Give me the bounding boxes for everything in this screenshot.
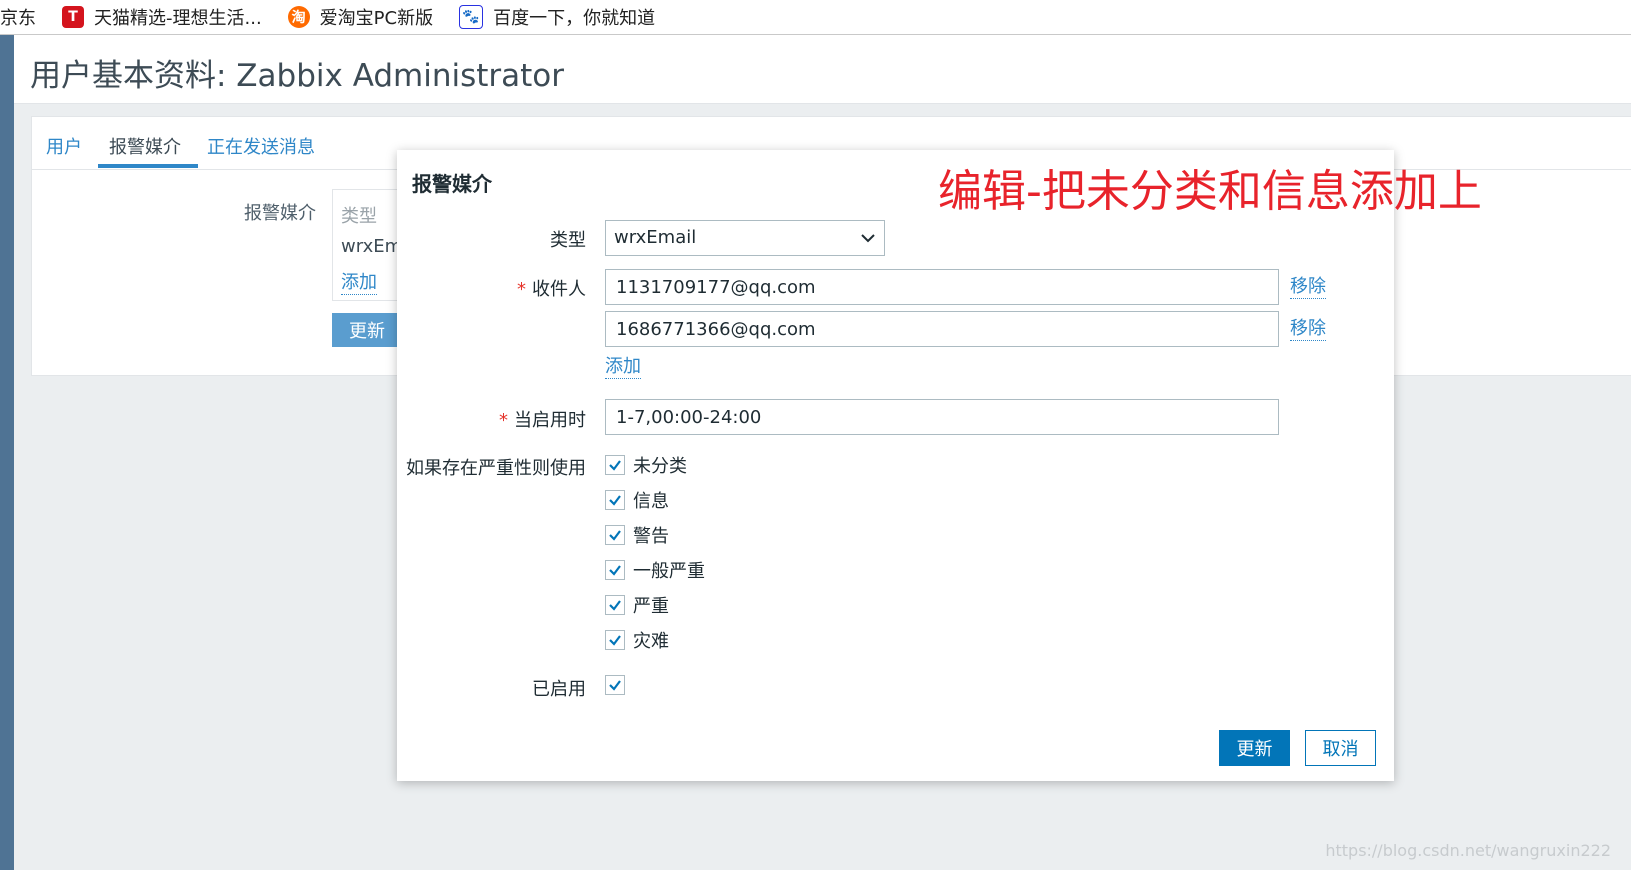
media-add-link[interactable]: 添加 bbox=[341, 268, 377, 295]
checkbox[interactable] bbox=[605, 525, 625, 545]
checkbox[interactable] bbox=[605, 490, 625, 510]
checkbox-label: 一般严重 bbox=[633, 561, 705, 582]
bookmark-label: 京东 bbox=[0, 8, 36, 29]
type-select[interactable]: wrxEmail bbox=[605, 220, 885, 256]
chevron-down-icon bbox=[861, 234, 875, 243]
bookmark-label: 天猫精选-理想生活... bbox=[94, 8, 262, 29]
media-dialog: 报警媒介 类型 wrxEmail * 收件人 移除 移除 添加 * 当启用时 如果存… bbox=[397, 150, 1394, 781]
taobao-icon: 淘 bbox=[287, 6, 310, 28]
profile-update-button[interactable]: 更新 bbox=[332, 313, 402, 347]
watermark: https://blog.csdn.net/wangruxin222 bbox=[1325, 841, 1611, 860]
checkbox[interactable] bbox=[605, 595, 625, 615]
checkbox-label: 灾难 bbox=[633, 631, 669, 652]
recipient-input-1[interactable] bbox=[605, 269, 1279, 305]
recipient-label-text: 收件人 bbox=[532, 279, 586, 300]
severity-not-classified[interactable]: 未分类 bbox=[605, 452, 687, 478]
checkbox[interactable] bbox=[605, 675, 625, 695]
check-icon bbox=[609, 530, 621, 541]
check-icon bbox=[609, 460, 621, 471]
type-select-value: wrxEmail bbox=[614, 227, 697, 248]
checkbox[interactable] bbox=[605, 630, 625, 650]
bookmark-label: 百度一下，你就知道 bbox=[493, 8, 656, 29]
media-label: 报警媒介 bbox=[244, 203, 316, 224]
tab-messaging[interactable]: 正在发送消息 bbox=[207, 133, 315, 159]
dialog-update-button[interactable]: 更新 bbox=[1219, 730, 1290, 766]
bookmark-jd[interactable]: 京东 bbox=[0, 4, 36, 30]
severity-high[interactable]: 严重 bbox=[605, 592, 669, 618]
add-recipient-link[interactable]: 添加 bbox=[605, 356, 641, 379]
when-active-label: * 当启用时 bbox=[499, 406, 586, 432]
checkbox[interactable] bbox=[605, 560, 625, 580]
checkbox-label: 严重 bbox=[633, 596, 669, 617]
checkbox-label: 警告 bbox=[633, 526, 669, 547]
severity-average[interactable]: 一般严重 bbox=[605, 557, 705, 583]
severity-label: 如果存在严重性则使用 bbox=[406, 458, 586, 479]
when-active-input[interactable] bbox=[605, 399, 1279, 435]
when-active-label-text: 当启用时 bbox=[514, 410, 586, 431]
type-label: 类型 bbox=[550, 230, 586, 251]
check-icon bbox=[609, 680, 621, 691]
bookmark-label: 爱淘宝PC新版 bbox=[319, 8, 434, 29]
remove-recipient-2-link[interactable]: 移除 bbox=[1290, 318, 1326, 341]
baidu-paw-icon: 🐾 bbox=[459, 5, 484, 29]
page-title: 用户基本资料: Zabbix Administrator bbox=[30, 58, 565, 94]
remove-recipient-1-link[interactable]: 移除 bbox=[1290, 276, 1326, 299]
checkbox[interactable] bbox=[605, 455, 625, 475]
annotation-text: 编辑-把未分类和信息添加上 bbox=[938, 166, 1482, 217]
page-header: 用户基本资料: Zabbix Administrator bbox=[14, 35, 1631, 104]
bookmarks-bar: 京东 T 天猫精选-理想生活... 淘 爱淘宝PC新版 🐾 百度一下，你就知道 bbox=[0, 0, 1631, 35]
enabled-toggle[interactable] bbox=[605, 675, 633, 695]
required-asterisk: * bbox=[517, 279, 526, 300]
check-icon bbox=[609, 600, 621, 611]
check-icon bbox=[609, 635, 621, 646]
tab-media[interactable]: 报警媒介 bbox=[109, 133, 181, 159]
severity-information[interactable]: 信息 bbox=[605, 487, 669, 513]
check-icon bbox=[609, 495, 621, 506]
bookmark-baidu[interactable]: 🐾 百度一下，你就知道 bbox=[459, 4, 655, 30]
checkbox-label: 未分类 bbox=[633, 456, 687, 477]
dialog-cancel-button[interactable]: 取消 bbox=[1305, 730, 1376, 766]
active-tab-indicator bbox=[98, 164, 198, 168]
sidebar-strip bbox=[0, 35, 14, 870]
recipient-label: * 收件人 bbox=[517, 275, 586, 301]
tmall-icon: T bbox=[62, 6, 84, 28]
recipient-input-2[interactable] bbox=[605, 311, 1279, 347]
severity-disaster[interactable]: 灾难 bbox=[605, 627, 669, 653]
checkbox-label: 信息 bbox=[633, 491, 669, 512]
required-asterisk: * bbox=[499, 410, 508, 431]
dialog-title: 报警媒介 bbox=[412, 172, 492, 196]
media-list-header: 类型 bbox=[341, 206, 377, 227]
bookmark-aitaobao[interactable]: 淘 爱淘宝PC新版 bbox=[287, 4, 434, 30]
bookmark-tmall[interactable]: T 天猫精选-理想生活... bbox=[62, 4, 262, 30]
severity-warning[interactable]: 警告 bbox=[605, 522, 669, 548]
check-icon bbox=[609, 565, 621, 576]
enabled-label: 已启用 bbox=[532, 679, 586, 700]
tab-user[interactable]: 用户 bbox=[46, 133, 82, 159]
